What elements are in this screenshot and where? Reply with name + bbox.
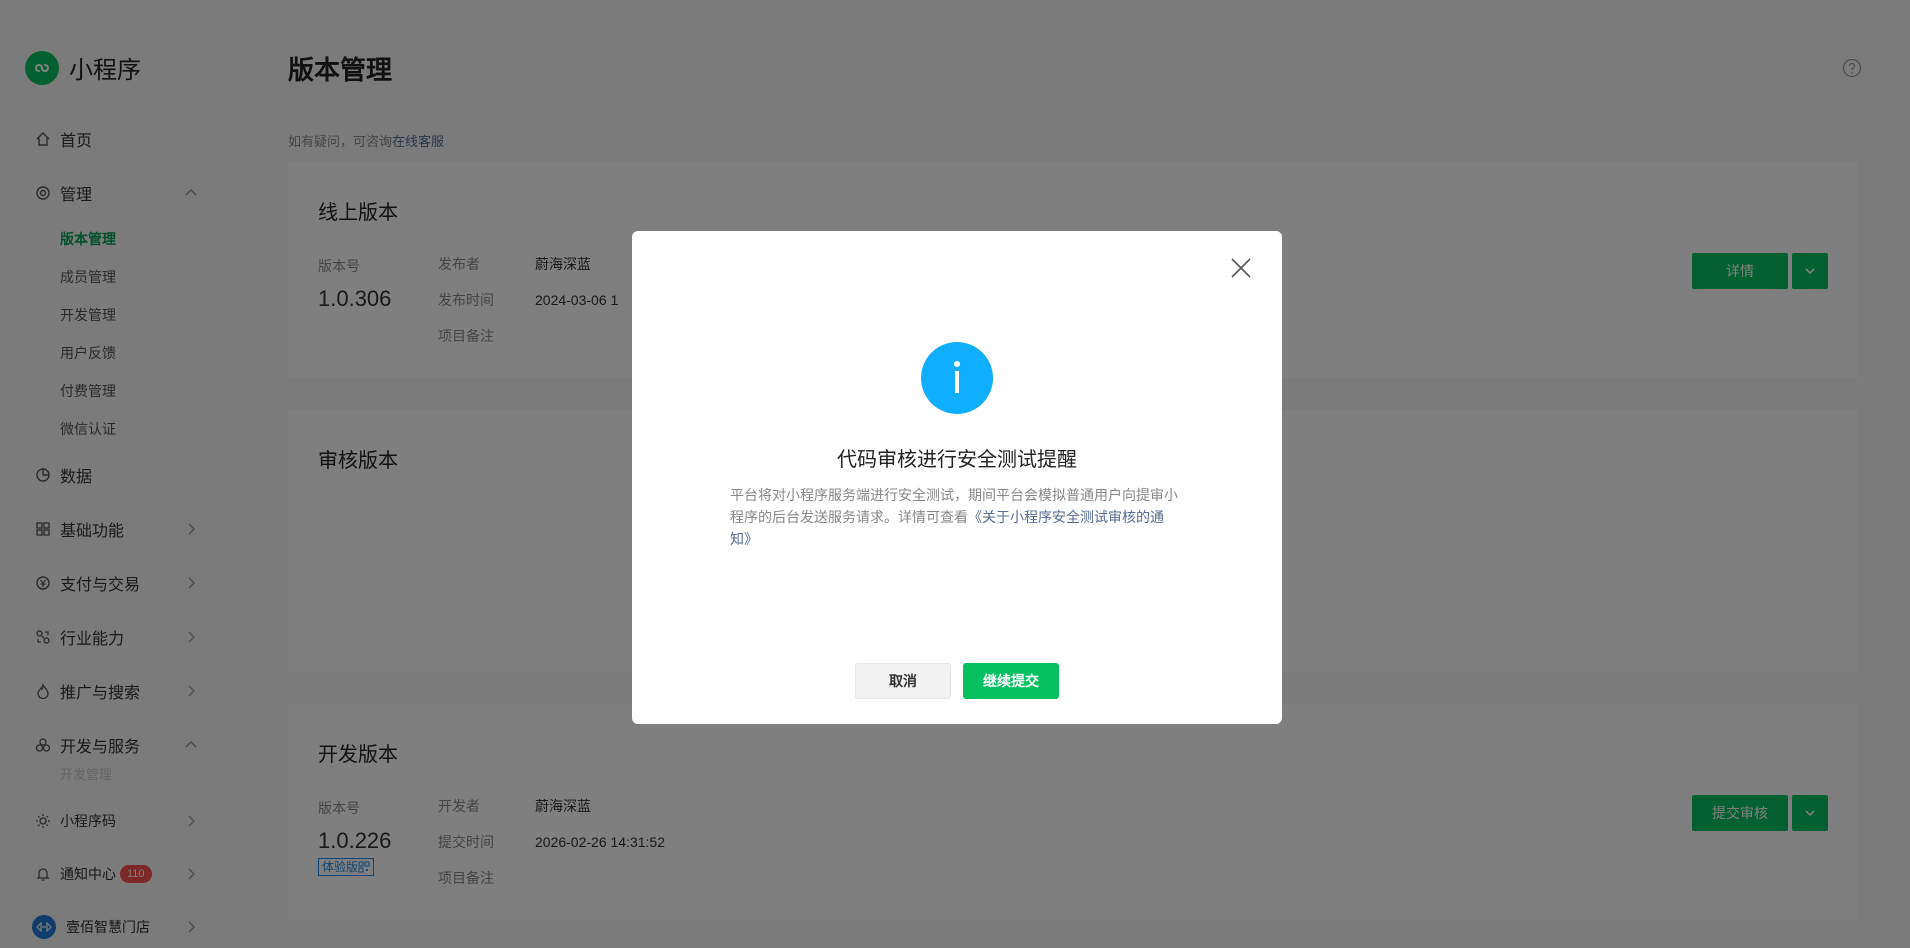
security-test-dialog: 代码审核进行安全测试提醒 平台将对小程序服务端进行安全测试，期间平台会模拟普通用… [632, 231, 1282, 724]
info-icon [921, 342, 993, 414]
dialog-actions: 取消 继续提交 [632, 663, 1282, 699]
dialog-title: 代码审核进行安全测试提醒 [837, 449, 1077, 471]
dialog-description: 平台将对小程序服务端进行安全测试，期间平台会模拟普通用户向提审小程序的后台发送服… [730, 484, 1184, 550]
close-icon[interactable] [1228, 255, 1254, 281]
continue-submit-button[interactable]: 继续提交 [963, 663, 1059, 699]
cancel-button[interactable]: 取消 [855, 663, 951, 699]
